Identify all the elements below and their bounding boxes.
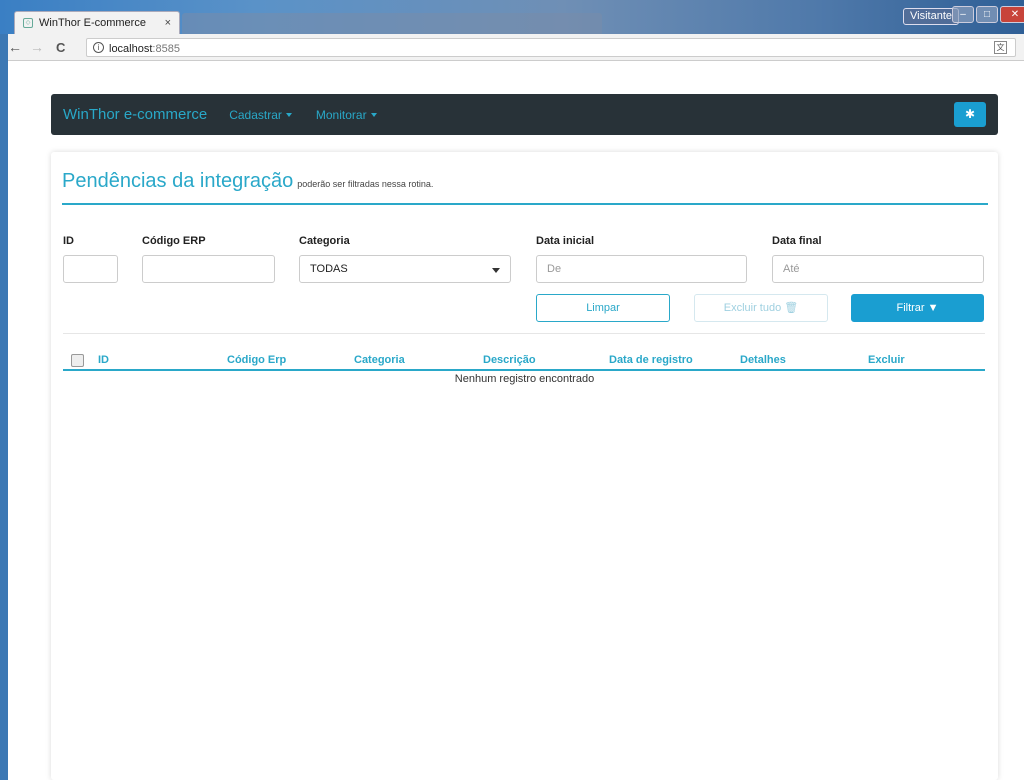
- chevron-down-icon: [492, 268, 500, 273]
- page-title-text: Pendências da integração: [62, 170, 294, 192]
- chevron-down-icon: [370, 113, 377, 118]
- erp-code-input[interactable]: [142, 255, 275, 283]
- filters-divider: [63, 333, 985, 334]
- url-port: :8585: [152, 42, 180, 55]
- title-divider: [62, 203, 988, 205]
- select-all-checkbox[interactable]: [71, 354, 84, 367]
- minimize-icon[interactable]: –: [952, 6, 974, 23]
- profile-button[interactable]: Visitante: [903, 8, 959, 25]
- end-date-label: Data final: [772, 235, 822, 247]
- delete-all-label: Excluir tudo: [723, 302, 782, 314]
- url-input[interactable]: i localhost:8585 文: [86, 38, 1016, 57]
- gear-icon: ✱: [964, 107, 976, 121]
- browser-tab-inactive[interactable]: [182, 13, 602, 34]
- maximize-icon[interactable]: □: [976, 6, 998, 23]
- menu-monitorar[interactable]: Monitorar: [316, 108, 377, 122]
- pending-panel: Pendências da integração poderão ser filt…: [51, 152, 998, 780]
- menu-cadastrar-label: Cadastrar: [229, 107, 282, 122]
- tab-favicon-icon: ◇: [23, 18, 33, 28]
- browser-title-bar: ◇ WinThor E-commerce × Visitante – □ ✕: [0, 0, 1024, 34]
- table-header: ID Código Erp Categoria Descrição Data d…: [63, 352, 985, 371]
- delete-all-button[interactable]: Excluir tudo 🗑: [694, 294, 828, 322]
- category-select[interactable]: TODAS: [299, 255, 511, 283]
- erp-code-label: Código ERP: [142, 235, 206, 247]
- empty-table-message: Nenhum registro encontrado: [454, 373, 595, 385]
- col-category[interactable]: Categoria: [354, 354, 405, 366]
- id-input[interactable]: [63, 255, 118, 283]
- tab-title: WinThor E-commerce: [39, 17, 146, 29]
- col-registration-date[interactable]: Data de registro: [609, 354, 693, 366]
- browser-tab-active[interactable]: ◇ WinThor E-commerce ×: [14, 11, 180, 34]
- page-title: Pendências da integração poderão ser filt…: [62, 170, 433, 193]
- tab-close-icon[interactable]: ×: [165, 17, 171, 29]
- translate-icon[interactable]: 文: [994, 41, 1007, 54]
- window-controls: – □ ✕: [952, 6, 1024, 23]
- filter-label: Filtrar: [896, 302, 925, 314]
- back-icon[interactable]: ←: [8, 39, 22, 55]
- id-label: ID: [63, 235, 74, 247]
- window-left-border: [0, 34, 8, 780]
- reload-icon[interactable]: C: [56, 40, 65, 55]
- brand-logo[interactable]: WinThor e-commerce: [63, 106, 207, 123]
- clear-button[interactable]: Limpar: [536, 294, 670, 322]
- filter-icon: ▼: [927, 302, 939, 314]
- col-description[interactable]: Descrição: [483, 354, 536, 366]
- start-date-label: Data inicial: [536, 235, 595, 247]
- menu-cadastrar[interactable]: Cadastrar: [229, 108, 292, 122]
- close-window-icon[interactable]: ✕: [1000, 6, 1024, 23]
- col-id[interactable]: ID: [98, 354, 109, 366]
- end-date-input[interactable]: Até: [772, 255, 984, 283]
- menu-monitorar-label: Monitorar: [315, 107, 367, 122]
- app-navbar: WinThor e-commerce Cadastrar Monitorar ✱: [51, 94, 998, 135]
- chevron-down-icon: [285, 113, 292, 118]
- page-subtitle: poderão ser filtradas nessa rotina.: [297, 179, 434, 189]
- start-date-input[interactable]: De: [536, 255, 747, 283]
- col-erp-code[interactable]: Código Erp: [227, 354, 286, 366]
- url-host: localhost: [109, 42, 153, 55]
- col-details[interactable]: Detalhes: [740, 354, 786, 366]
- trash-icon: 🗑: [784, 302, 799, 314]
- category-label: Categoria: [299, 235, 350, 247]
- category-select-value: TODAS: [310, 263, 348, 275]
- info-icon[interactable]: i: [93, 42, 104, 53]
- filter-button[interactable]: Filtrar ▼: [851, 294, 984, 322]
- settings-button[interactable]: ✱: [954, 102, 986, 127]
- col-delete[interactable]: Excluir: [868, 354, 905, 366]
- forward-icon[interactable]: →: [30, 39, 44, 55]
